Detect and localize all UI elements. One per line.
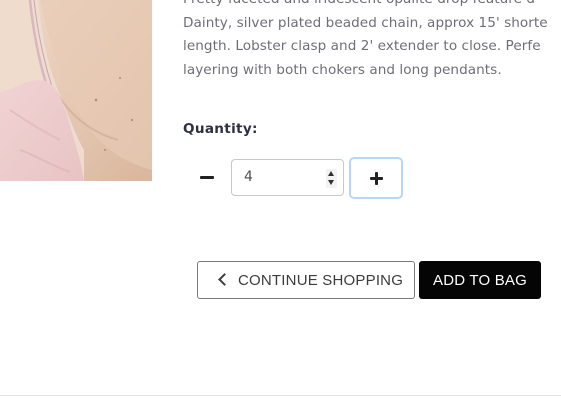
divider bbox=[0, 395, 561, 396]
chevron-left-icon bbox=[218, 273, 231, 286]
add-to-bag-button[interactable]: ADD TO BAG bbox=[419, 261, 541, 299]
description-line: length. Lobster clasp and 2' extender to… bbox=[183, 38, 541, 54]
quantity-decrement-button[interactable] bbox=[190, 159, 224, 195]
quantity-input[interactable]: 4 bbox=[231, 159, 344, 196]
spinner-down-icon[interactable] bbox=[328, 180, 334, 185]
description-line: Dainty, silver plated beaded chain, appr… bbox=[183, 14, 548, 31]
plus-icon-vertical bbox=[375, 172, 378, 185]
description-line: Pretty faceted and iridescent opalite dr… bbox=[183, 0, 561, 12]
continue-shopping-label: CONTINUE SHOPPING bbox=[238, 272, 404, 289]
quantity-increment-button[interactable] bbox=[349, 157, 403, 199]
product-page: Pretty faceted and iridescent opalite dr… bbox=[0, 0, 561, 419]
minus-icon bbox=[200, 176, 214, 179]
quantity-value: 4 bbox=[244, 169, 253, 185]
quantity-spinner[interactable] bbox=[326, 169, 337, 188]
spinner-up-icon[interactable] bbox=[328, 171, 334, 176]
product-image bbox=[0, 0, 152, 181]
quantity-label: Quantity: bbox=[183, 121, 258, 137]
description-line: layering with both chokers and long pend… bbox=[183, 61, 502, 78]
continue-shopping-button[interactable]: CONTINUE SHOPPING bbox=[197, 261, 415, 299]
product-description: Pretty faceted and iridescent opalite dr… bbox=[183, 0, 561, 82]
